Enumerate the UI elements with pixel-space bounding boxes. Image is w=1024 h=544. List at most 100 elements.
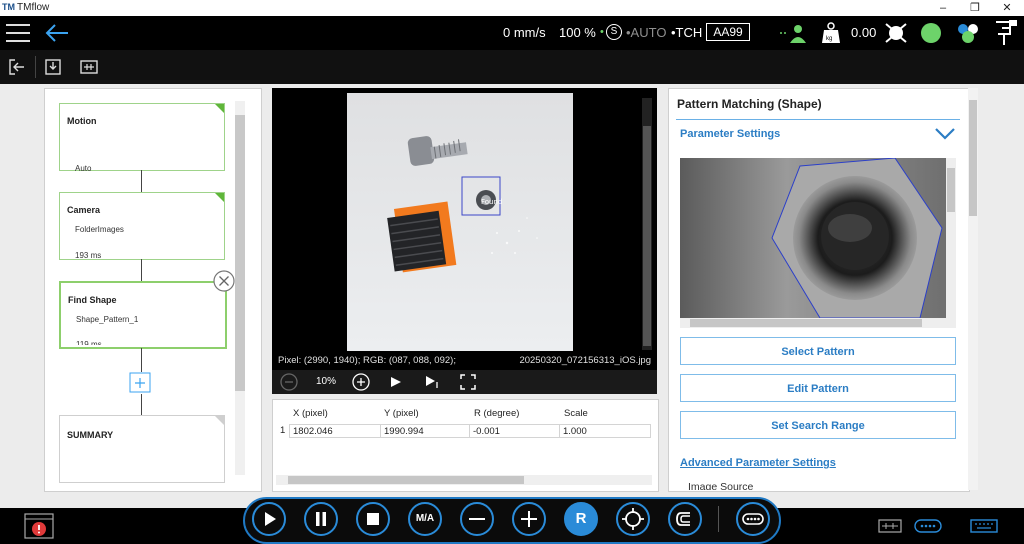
flow-panel: Motion Auto Camera FolderImages 193 ms F… — [44, 88, 262, 492]
parameter-settings-header[interactable]: Parameter Settings — [680, 128, 780, 140]
step-image-icon[interactable] — [425, 375, 441, 389]
delete-node-icon[interactable] — [213, 270, 235, 292]
node-subtitle: FolderImages — [75, 225, 124, 234]
manual-auto-button[interactable]: M/A — [408, 502, 442, 536]
save-icon[interactable] — [45, 59, 61, 75]
add-node-icon[interactable] — [129, 372, 153, 394]
stop-button[interactable] — [356, 502, 390, 536]
node-corner-marker — [215, 416, 224, 425]
keyboard-icon[interactable] — [970, 519, 998, 533]
zoom-in-icon[interactable] — [352, 373, 370, 391]
s-dot: • — [600, 26, 604, 38]
toolbar-divider — [35, 56, 36, 78]
node-title: Find Shape — [68, 295, 117, 305]
toolbar — [0, 50, 1024, 84]
r-button[interactable]: R — [564, 502, 598, 536]
speed-down-button[interactable] — [460, 502, 494, 536]
auto-mode-indicator: •AUTO — [626, 25, 667, 40]
image-controls: 10% — [272, 370, 657, 394]
ma-label: M/A — [415, 513, 435, 524]
cell-r: -0.001 — [469, 424, 560, 438]
back-arrow-icon[interactable] — [44, 22, 70, 44]
point-button[interactable] — [616, 502, 650, 536]
cell-x: 1802.046 — [289, 424, 381, 438]
flow-connector — [141, 259, 142, 281]
flow-node-camera[interactable]: Camera FolderImages 193 ms — [59, 192, 225, 260]
speed-percent: 100 % — [559, 25, 596, 40]
edit-pattern-button[interactable]: Edit Pattern — [680, 374, 956, 402]
robot-arm-status-icon[interactable] — [884, 21, 908, 45]
flow-connector — [141, 170, 142, 192]
results-scrollbar-thumb[interactable] — [288, 476, 524, 484]
flow-scrollbar-thumb[interactable] — [235, 115, 245, 391]
input-dots-icon[interactable] — [914, 519, 942, 533]
exit-icon[interactable] — [9, 59, 25, 75]
r-label: R — [575, 510, 587, 527]
node-subtitle: Shape_Pattern_1 — [76, 315, 139, 324]
node-corner-marker — [215, 193, 224, 202]
controller-panel-icon[interactable] — [878, 519, 902, 533]
image-source-label: Image Source — [688, 481, 754, 490]
payload-unit: kg — [826, 36, 833, 42]
col-header-y: Y (pixel) — [384, 408, 419, 419]
flow-connector — [141, 348, 142, 372]
pause-button[interactable] — [304, 502, 338, 536]
camera-image[interactable]: Found — [347, 93, 573, 351]
top-status-bar: 0 mm/s 100 % • S •AUTO •TCH AA99 kg 0.00 — [0, 16, 1024, 50]
window-title: TMflow — [17, 2, 50, 13]
preview-v-scrollbar-thumb[interactable] — [947, 168, 955, 212]
speed-readout: 0 mm/s — [503, 25, 546, 40]
mode-badge: AA99 — [706, 23, 750, 41]
pixel-info: Pixel: (2990, 1940); RGB: (087, 088, 092… — [278, 355, 456, 366]
network-status-icon[interactable] — [955, 21, 981, 45]
node-corner-marker — [215, 104, 224, 113]
flow-node-summary[interactable]: SUMMARY — [59, 415, 225, 483]
pattern-preview[interactable] — [680, 158, 946, 318]
image-source-clip: Image Source — [669, 479, 967, 490]
connection-status-icon[interactable] — [920, 22, 942, 44]
fullscreen-icon[interactable] — [460, 374, 476, 390]
node-title: SUMMARY — [67, 430, 114, 440]
title-divider — [676, 119, 960, 120]
zoom-level: 10% — [316, 376, 337, 387]
gripper-button[interactable] — [668, 502, 702, 536]
minimize-button[interactable]: – — [928, 1, 958, 15]
set-search-range-button[interactable]: Set Search Range — [680, 411, 956, 439]
safety-s-icon: S — [606, 24, 622, 40]
more-options-button[interactable] — [736, 502, 770, 536]
flow-connector — [141, 394, 142, 415]
stop-icon — [367, 513, 379, 525]
play-button[interactable] — [252, 502, 286, 536]
run-bar-divider — [718, 506, 719, 532]
col-header-r: R (degree) — [474, 408, 520, 419]
error-log-icon[interactable] — [24, 513, 54, 539]
flow-node-motion[interactable]: Motion Auto — [59, 103, 225, 173]
node-time: 193 ms — [75, 251, 102, 260]
select-pattern-button[interactable]: Select Pattern — [680, 337, 956, 365]
flow-node-find-shape[interactable]: Find Shape Shape_Pattern_1 119 ms — [59, 281, 227, 349]
chevron-down-icon[interactable] — [934, 127, 956, 141]
window-title-bar: TM TMflow – ❐ ✕ — [0, 0, 1024, 16]
crosshair-icon — [622, 508, 644, 530]
end-button-icon[interactable] — [992, 20, 1018, 46]
advanced-parameter-settings-link[interactable]: Advanced Parameter Settings — [680, 457, 836, 469]
image-scrollbar-thumb[interactable] — [643, 126, 651, 346]
gripper-icon — [676, 512, 690, 526]
close-window-button[interactable]: ✕ — [992, 1, 1022, 15]
pattern-preview-drawing — [680, 158, 946, 318]
node-title: Camera — [67, 205, 101, 215]
zoom-out-icon[interactable] — [280, 373, 298, 391]
maximize-button[interactable]: ❐ — [960, 1, 990, 15]
play-icon — [265, 512, 276, 526]
preview-h-scrollbar-thumb[interactable] — [690, 319, 922, 327]
play-image-icon[interactable] — [390, 376, 402, 388]
hamburger-menu-icon[interactable] — [6, 22, 32, 44]
right-panel-scrollbar-thumb[interactable] — [969, 100, 977, 216]
plus-icon — [521, 511, 537, 527]
settings-panel-icon[interactable] — [80, 60, 98, 74]
cell-y: 1990.994 — [380, 424, 470, 438]
speed-up-button[interactable] — [512, 502, 546, 536]
cell-scale: 1.000 — [559, 424, 651, 438]
user-status-icon[interactable] — [780, 22, 806, 44]
match-label: Found — [481, 198, 502, 206]
